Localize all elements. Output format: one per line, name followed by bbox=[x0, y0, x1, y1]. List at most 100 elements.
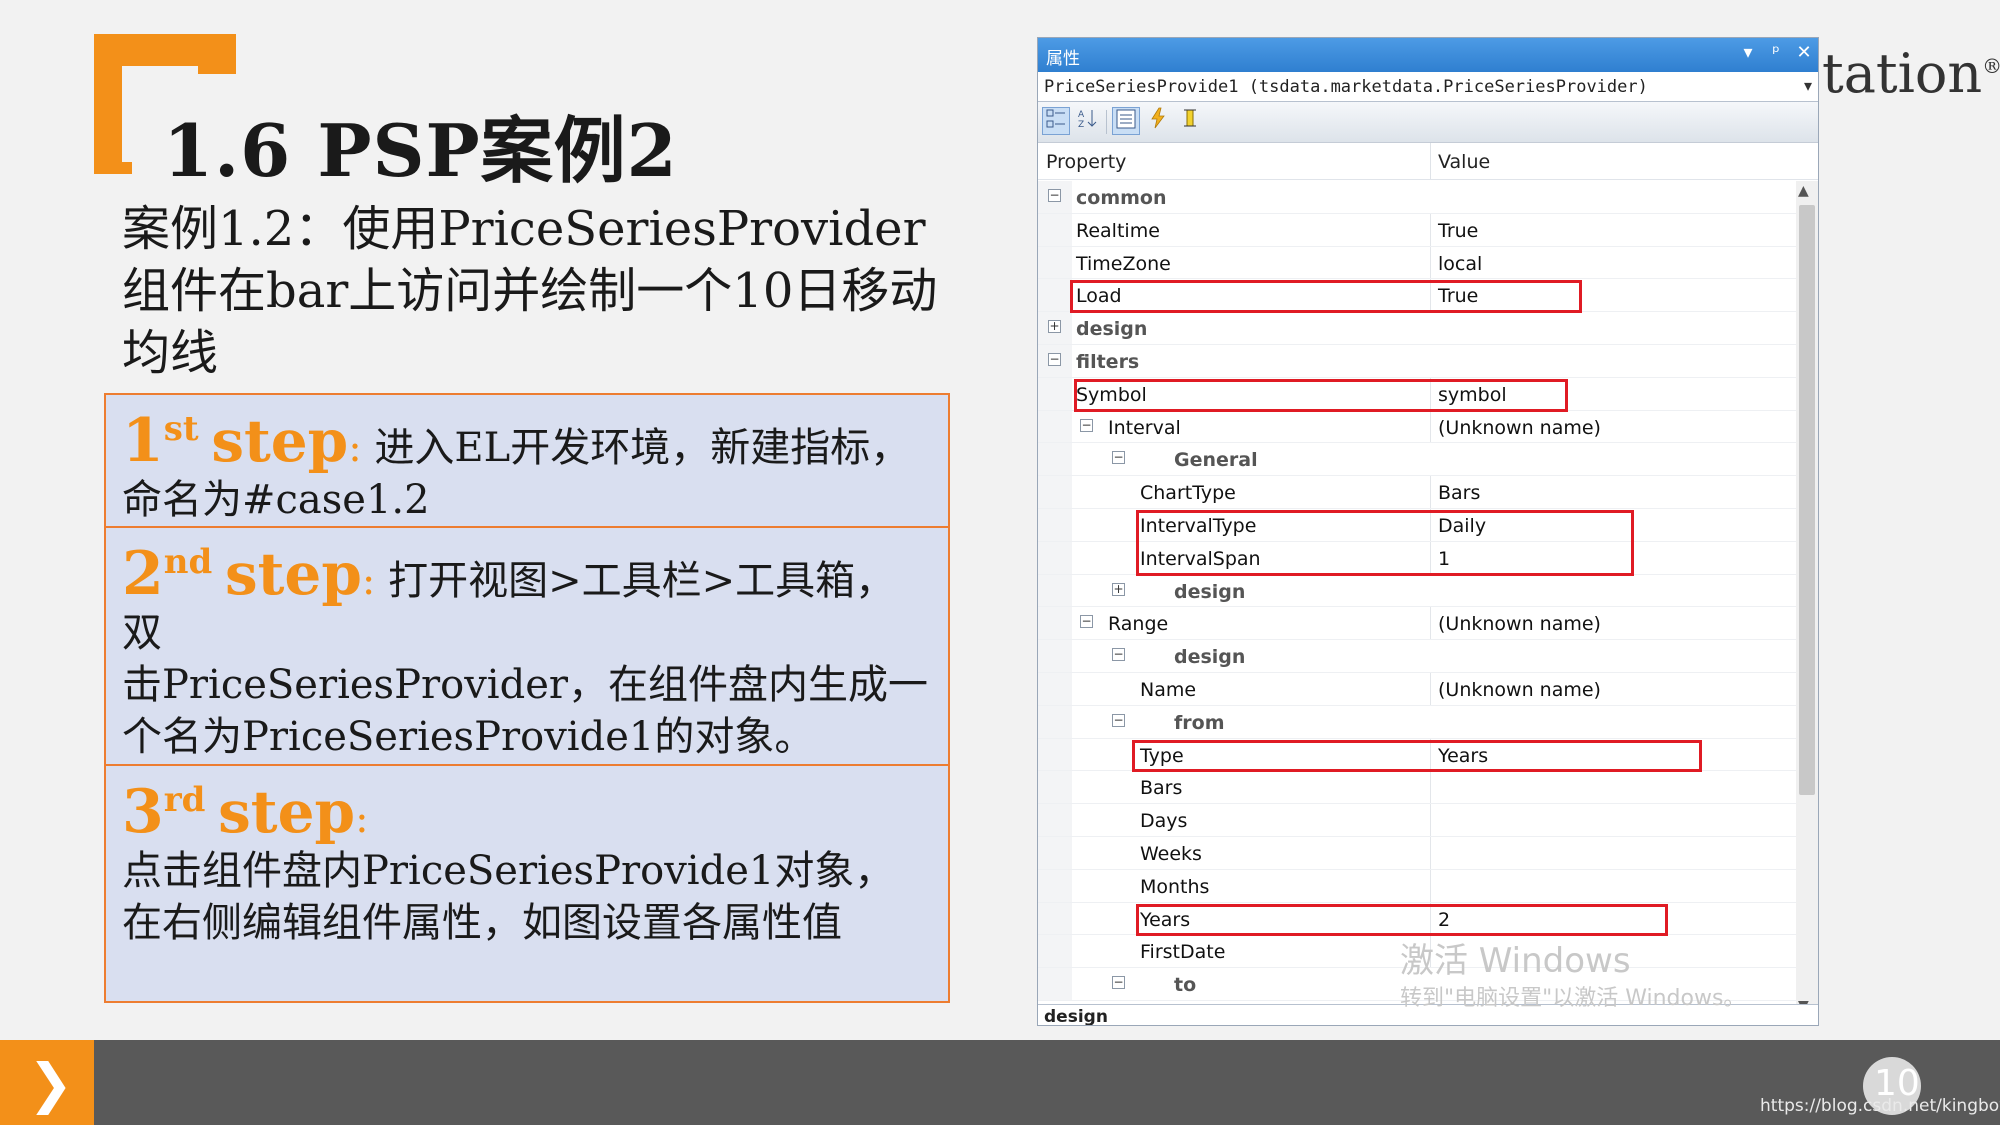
close-icon[interactable]: ✕ bbox=[1796, 42, 1812, 63]
property-name: design bbox=[1076, 318, 1148, 341]
step-2-ordinal: 2nd bbox=[122, 539, 213, 609]
highlight-box bbox=[1070, 280, 1582, 314]
title-bracket-end bbox=[198, 34, 236, 74]
grid-property-row[interactable]: − Range (Unknown name) bbox=[1038, 607, 1796, 641]
footer-tab[interactable]: ❯ bbox=[0, 1040, 94, 1125]
row-gutter bbox=[1038, 869, 1072, 902]
grid-property-row[interactable]: Realtime True bbox=[1038, 213, 1796, 247]
row-gutter bbox=[1038, 607, 1072, 640]
grid-category-row[interactable]: + design bbox=[1038, 312, 1796, 345]
footer-bar: ❯ bbox=[0, 1040, 2000, 1125]
expand-icon[interactable]: + bbox=[1112, 582, 1125, 596]
value-column-header[interactable]: Value bbox=[1438, 151, 1490, 173]
property-name: design bbox=[1174, 646, 1246, 669]
step-1-word: step bbox=[211, 407, 349, 475]
column-splitter[interactable] bbox=[1430, 143, 1431, 179]
property-value[interactable]: True bbox=[1438, 220, 1478, 242]
highlight-box bbox=[1136, 510, 1634, 576]
alphabetical-icon[interactable]: AZ bbox=[1074, 107, 1102, 135]
grid-property-row[interactable]: Bars bbox=[1038, 771, 1796, 805]
grid-property-row[interactable]: − Interval (Unknown name) bbox=[1038, 410, 1796, 444]
property-name: Name bbox=[1140, 679, 1197, 701]
scroll-up-icon[interactable]: ▲ bbox=[1798, 183, 1809, 199]
property-value[interactable]: (Unknown name) bbox=[1438, 679, 1601, 701]
collapse-icon[interactable]: − bbox=[1112, 451, 1125, 465]
properties-toolbar: AZ bbox=[1038, 102, 1818, 143]
highlight-box bbox=[1136, 903, 1668, 937]
property-name: Days bbox=[1140, 810, 1188, 833]
step-1-colon: : bbox=[348, 425, 362, 471]
source-url: https://blog.csdn.net/kingboy100 bbox=[1760, 1096, 2000, 1116]
background-logo-text: tation® bbox=[1822, 42, 2000, 105]
step-2-word: step bbox=[224, 540, 362, 608]
activation-watermark-title: 激活 Windows bbox=[1400, 941, 1631, 981]
value-splitter bbox=[1430, 607, 1431, 640]
value-splitter bbox=[1430, 771, 1431, 804]
property-value[interactable]: local bbox=[1438, 253, 1482, 275]
row-gutter bbox=[1038, 902, 1072, 935]
categorized-icon[interactable] bbox=[1042, 107, 1070, 135]
collapse-icon[interactable]: − bbox=[1080, 418, 1093, 432]
grid-category-row[interactable]: − General bbox=[1038, 443, 1796, 477]
collapse-icon[interactable]: − bbox=[1112, 713, 1125, 727]
slide: 1.6 PSP案例2 案例1.2：使用PriceSeriesProvider组件… bbox=[0, 0, 2000, 1040]
grid-category-row[interactable]: + design bbox=[1038, 574, 1796, 608]
highlight-box bbox=[1074, 378, 1568, 412]
grid-category-row[interactable]: − filters bbox=[1038, 345, 1796, 378]
value-splitter bbox=[1430, 673, 1431, 705]
events-icon[interactable] bbox=[1144, 107, 1172, 135]
step-1-ordinal: 1st bbox=[122, 406, 199, 476]
property-name: to bbox=[1174, 974, 1197, 997]
step-3-ordinal: 3rd bbox=[122, 777, 206, 847]
row-gutter bbox=[1038, 935, 1072, 968]
dropdown-icon[interactable]: ▾ bbox=[1740, 42, 1756, 63]
property-name: ChartType bbox=[1140, 482, 1236, 505]
expand-icon[interactable]: + bbox=[1048, 320, 1061, 334]
collapse-icon[interactable]: − bbox=[1048, 353, 1061, 366]
grid-category-row[interactable]: − design bbox=[1038, 640, 1796, 673]
collapse-icon[interactable]: − bbox=[1112, 648, 1125, 662]
property-value[interactable]: Bars bbox=[1438, 482, 1480, 504]
properties-window: 属性 ▾ ᵖ ✕ PriceSeriesProvide1 (tsdata.mar… bbox=[1037, 37, 1819, 1026]
grid-property-row[interactable]: Months bbox=[1038, 869, 1796, 903]
row-gutter bbox=[1038, 673, 1072, 705]
property-grid: − common Realtime True TimeZone local Load True… bbox=[1038, 181, 1796, 1016]
property-pages-icon[interactable] bbox=[1176, 107, 1204, 135]
collapse-icon[interactable]: − bbox=[1080, 615, 1093, 629]
property-value[interactable]: (Unknown name) bbox=[1438, 613, 1601, 635]
collapse-icon[interactable]: − bbox=[1048, 189, 1061, 202]
property-column-header[interactable]: Property bbox=[1046, 151, 1126, 173]
row-gutter bbox=[1038, 410, 1072, 443]
property-value[interactable]: (Unknown name) bbox=[1438, 417, 1601, 439]
value-splitter bbox=[1430, 213, 1431, 246]
grid-category-row[interactable]: − from bbox=[1038, 705, 1796, 739]
grid-category-row[interactable]: − common bbox=[1038, 181, 1796, 214]
property-name: Interval bbox=[1108, 416, 1181, 439]
properties-icon[interactable] bbox=[1112, 107, 1140, 135]
step-3-colon: : bbox=[355, 796, 369, 842]
object-selector-combo[interactable]: PriceSeriesProvide1 (tsdata.marketdata.P… bbox=[1038, 72, 1818, 102]
row-gutter bbox=[1038, 574, 1072, 607]
grid-property-row[interactable]: ChartType Bars bbox=[1038, 476, 1796, 509]
property-name: Months bbox=[1140, 875, 1210, 898]
step-1-inline-text: 进入EL开发环境，新建指标， bbox=[374, 425, 911, 471]
grid-property-row[interactable]: Weeks bbox=[1038, 837, 1796, 870]
grid-scrollbar[interactable]: ▲ ▼ bbox=[1796, 181, 1818, 1016]
row-gutter bbox=[1038, 279, 1072, 312]
row-gutter bbox=[1038, 213, 1072, 246]
grid-property-row[interactable]: Days bbox=[1038, 804, 1796, 837]
case-description: 案例1.2：使用PriceSeriesProvider组件在bar上访问并绘制一… bbox=[122, 201, 938, 381]
value-splitter bbox=[1430, 869, 1431, 902]
row-gutter bbox=[1038, 509, 1072, 541]
grid-property-row[interactable]: Name (Unknown name) bbox=[1038, 673, 1796, 706]
grid-header: Property Value bbox=[1038, 143, 1818, 180]
toolbar-separator bbox=[1106, 110, 1107, 134]
grid-property-row[interactable]: TimeZone local bbox=[1038, 246, 1796, 280]
row-gutter bbox=[1038, 443, 1072, 476]
pin-icon[interactable]: ᵖ bbox=[1768, 42, 1784, 63]
chevron-down-icon[interactable]: ▾ bbox=[1804, 76, 1812, 95]
scrollbar-thumb[interactable] bbox=[1799, 205, 1815, 795]
collapse-icon[interactable]: − bbox=[1112, 976, 1125, 990]
property-name: General bbox=[1174, 449, 1258, 472]
row-gutter bbox=[1038, 804, 1072, 836]
